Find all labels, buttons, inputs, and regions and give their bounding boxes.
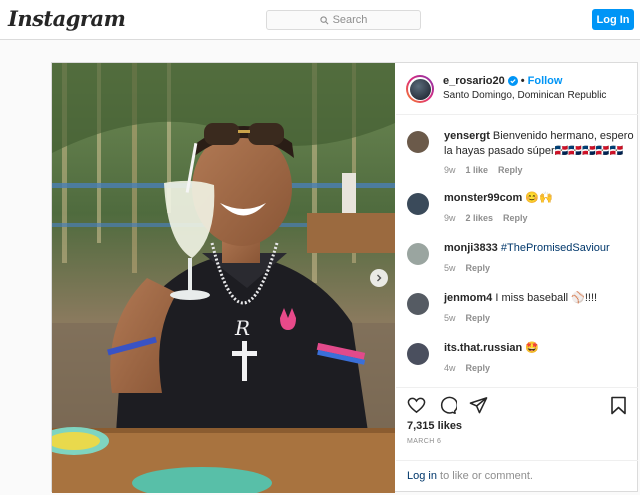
commenter-avatar[interactable] [407,193,429,215]
login-button[interactable]: Log In [592,9,634,30]
comment-body: jenmom4 I miss baseball ⚾!!!! [444,291,634,306]
search-icon [319,15,329,24]
post-image: R [52,63,395,493]
post-card: R e_rosario20 • Follow Santo Domingo, Do… [51,62,638,493]
save-button[interactable] [610,396,627,418]
share-icon[interactable] [469,396,488,415]
comment-text: 🤩 [525,342,540,354]
bookmark-icon [611,396,626,415]
comment-body: its.that.russian 🤩 [444,341,634,356]
reply-button[interactable]: Reply [466,363,491,373]
search-placeholder: Search [332,14,368,26]
commenter-avatar[interactable] [407,131,429,153]
action-icons [407,396,488,415]
hashtag-link[interactable]: #ThePromisedSaviour [501,242,610,254]
comment-username[interactable]: monster99com [444,192,522,204]
comment-likes[interactable]: 2 likes [466,213,494,223]
comments-list: yensergt Bienvenido hermano, espero la h… [396,115,638,387]
comment-text: I miss baseball ⚾!!!! [495,292,598,304]
comment-body: yensergt Bienvenido hermano, espero la h… [444,129,634,159]
post-header: e_rosario20 • Follow Santo Domingo, Domi… [396,63,638,115]
comment-username[interactable]: yensergt [444,130,490,142]
post-location[interactable]: Santo Domingo, Dominican Republic [443,90,606,101]
comment-meta: 9w 1 like Reply [444,165,523,175]
chevron-right-icon [377,274,382,282]
svg-text:R: R [234,316,250,340]
comment-username[interactable]: monji3833 [444,242,498,254]
author-username[interactable]: e_rosario20 [443,75,505,87]
comment-body: monster99com 😊🙌 [444,191,634,206]
separator-dot: • [520,75,525,87]
comment-username[interactable]: jenmom4 [444,292,492,304]
comment-time[interactable]: 5w [444,263,456,273]
commenter-avatar[interactable] [407,243,429,265]
comment-icon[interactable] [438,396,457,415]
post-actions: 7,315 likes MARCH 6 Log in to like or co… [396,387,638,493]
comment-likes[interactable]: 1 like [466,165,489,175]
reply-button[interactable]: Reply [466,313,491,323]
comment-time[interactable]: 9w [444,165,456,175]
comment-meta: 5w Reply [444,263,490,273]
author-info: e_rosario20 • Follow [443,75,562,87]
top-navigation-bar: Instagram Search Log In [0,0,640,40]
post-photo[interactable]: R [52,63,395,493]
comment-meta: 9w 2 likes Reply [444,213,528,223]
post-sidebar: e_rosario20 • Follow Santo Domingo, Domi… [396,63,638,493]
login-prompt: Log in to like or comment. [396,460,638,494]
comment-username[interactable]: its.that.russian [444,342,522,354]
verified-badge-icon [507,76,518,86]
search-input[interactable]: Search [266,10,421,30]
comment-meta: 4w Reply [444,363,490,373]
login-prompt-text: to like or comment. [436,470,533,482]
reply-button[interactable]: Reply [498,165,523,175]
instagram-logo[interactable]: Instagram [8,6,126,31]
next-photo-button[interactable] [370,269,388,287]
like-count[interactable]: 7,315 likes [407,420,462,432]
follow-button[interactable]: Follow [528,75,563,87]
heart-icon[interactable] [407,396,426,415]
author-avatar[interactable] [406,75,434,103]
post-date[interactable]: MARCH 6 [407,438,441,445]
comment-meta: 5w Reply [444,313,490,323]
comment-time[interactable]: 9w [444,213,456,223]
comment-text: 😊🙌 [525,192,553,204]
commenter-avatar[interactable] [407,343,429,365]
comment-time[interactable]: 4w [444,363,456,373]
commenter-avatar[interactable] [407,293,429,315]
login-link[interactable]: Log in [407,470,437,482]
reply-button[interactable]: Reply [503,213,528,223]
comment-body: monji3833 #ThePromisedSaviour [444,241,634,256]
reply-button[interactable]: Reply [466,263,491,273]
comment-time[interactable]: 5w [444,313,456,323]
